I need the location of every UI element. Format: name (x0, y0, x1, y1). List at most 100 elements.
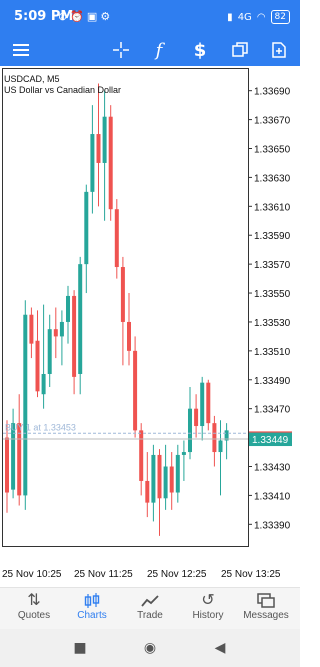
candle-body (53, 329, 58, 337)
candle-body (35, 340, 40, 392)
candle-body (23, 314, 28, 496)
alarm-icon: ⏰ (70, 10, 87, 23)
nav-history[interactable]: ↺ History (178, 588, 238, 630)
candle-body (218, 440, 223, 453)
nav-label: Trade (137, 610, 163, 621)
wifi-icon: ◠ (256, 11, 266, 23)
candle-body (175, 454, 180, 493)
y-tick-label: 1.33570 (254, 260, 291, 271)
candle-body (120, 267, 125, 322)
candles (5, 83, 229, 536)
candle-body (84, 191, 89, 265)
candle-body (5, 437, 9, 493)
image-icon: ▣ (86, 10, 101, 23)
y-tick-label: 1.33650 (254, 145, 291, 156)
home-icon[interactable]: ◉ (140, 638, 160, 658)
y-tick-label: 1.33610 (254, 202, 291, 213)
x-tick-label: 25 Nov 10:25 (2, 569, 62, 580)
y-tick-label: 1.33490 (254, 376, 291, 387)
candle-body (200, 382, 205, 427)
status-bar: 5:09 PM ⊘⏰▣⚙ ▮ 4G ◠ 82 (0, 0, 300, 34)
y-tick-label: 1.33630 (254, 173, 291, 184)
chart-info: USDCAD, M5 US Dollar vs Canadian Dollar (4, 74, 121, 96)
window-icon[interactable] (227, 37, 253, 63)
chart-description: US Dollar vs Canadian Dollar (4, 85, 122, 95)
nav-quotes[interactable]: ⇅ Quotes (4, 588, 64, 630)
status-system-icons: ▮ 4G ◠ 82 (227, 10, 290, 24)
y-tick-label: 1.33390 (254, 520, 291, 531)
y-tick-label: 1.33690 (254, 87, 291, 98)
candlestick-chart[interactable]: BUY 1 at 1.33453 1.33449 1.33690 1.33670 1.… (0, 66, 300, 566)
chart-toolbar: f $ (0, 34, 300, 66)
nav-charts[interactable]: Charts (62, 588, 122, 630)
candle-body (47, 329, 52, 374)
candle-body (78, 264, 83, 374)
candle-body (127, 321, 131, 351)
messages-icon (236, 588, 296, 610)
y-tick-label: 1.33510 (254, 347, 291, 358)
candle-body (41, 373, 46, 395)
candle-body (133, 350, 138, 431)
y-tick-label: 1.33590 (254, 231, 291, 242)
chart-frame (2, 68, 249, 547)
candle-body (29, 314, 34, 344)
history-icon: ↺ (201, 590, 215, 609)
y-tick-label: 1.33550 (254, 289, 291, 300)
candle-body (194, 408, 199, 427)
signal-icon: ▮ (227, 11, 233, 23)
nav-messages[interactable]: Messages (236, 588, 296, 630)
y-tick-label: 1.33470 (254, 405, 291, 416)
candle-body (181, 452, 186, 455)
function-icon[interactable]: f (146, 37, 172, 63)
x-tick-label: 25 Nov 11:25 (74, 569, 133, 580)
function-label: f (155, 39, 163, 61)
candle-body (157, 454, 162, 499)
candle-body (145, 480, 150, 503)
candle-body (163, 466, 168, 499)
candle-body (59, 321, 64, 337)
candle-body (90, 134, 95, 192)
candle-body (188, 408, 192, 453)
nav-label: Messages (243, 610, 289, 621)
menu-icon[interactable] (8, 37, 34, 63)
candle-body (114, 209, 119, 268)
battery-icon: 82 (270, 10, 290, 24)
candle-body (96, 134, 101, 163)
dollar-label: $ (193, 39, 207, 61)
candle-body (72, 295, 77, 377)
candle-body (66, 295, 70, 322)
quotes-icon: ⇅ (27, 590, 41, 609)
candle-body (17, 423, 22, 496)
y-tick-label: 1.33670 (254, 116, 291, 127)
candle-body (102, 116, 107, 163)
current-price-label: 1.33449 (252, 435, 289, 446)
x-tick-label: 25 Nov 12:25 (147, 569, 207, 580)
candle-body (151, 454, 156, 503)
y-tick-label: 1.33530 (254, 318, 291, 329)
crosshair-icon[interactable] (108, 37, 134, 63)
bottom-nav: ⇅ Quotes Charts Trade ↺ History Messages (0, 587, 300, 630)
back-icon[interactable]: ◀ (210, 638, 230, 658)
nav-label: Quotes (17, 610, 51, 621)
x-axis: 25 Nov 10:25 25 Nov 11:25 25 Nov 12:25 2… (0, 569, 300, 583)
candle-body (139, 430, 144, 481)
x-tick-label: 25 Nov 13:25 (221, 569, 281, 580)
nav-label: History (192, 610, 224, 621)
chart-symbol: USDCAD, M5 (4, 74, 60, 84)
add-chart-icon[interactable] (266, 37, 292, 63)
dollar-timeframe-icon[interactable]: $ (187, 37, 213, 63)
nav-label: Charts (77, 610, 107, 621)
y-tick-label: 1.33410 (254, 491, 291, 502)
nav-trade[interactable]: Trade (120, 588, 180, 630)
candle-body (212, 423, 217, 453)
y-tick-label: 1.33430 (254, 463, 291, 474)
network-type: 4G (237, 11, 252, 23)
gear-icon: ⚙ (100, 10, 114, 23)
recents-icon[interactable]: ■ (70, 638, 90, 658)
status-notification-icons: ⊘⏰▣⚙ (58, 10, 113, 23)
trade-level-label: BUY 1 at 1.33453 (5, 422, 76, 432)
trade-icon (120, 588, 180, 610)
chart-area[interactable]: BUY 1 at 1.33453 1.33449 1.33690 1.33670 1.… (0, 66, 300, 586)
system-nav-bar: ■ ◉ ◀ (0, 629, 300, 667)
candle-body (169, 466, 174, 493)
